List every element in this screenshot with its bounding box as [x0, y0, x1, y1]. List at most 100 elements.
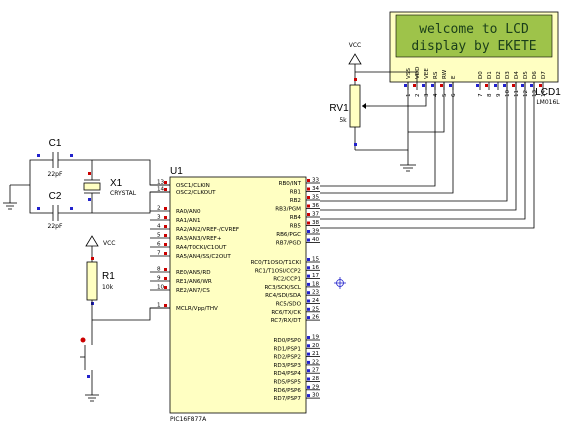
lcd-pin-number: 11	[514, 89, 520, 97]
mcu-ref: U1	[170, 166, 183, 177]
lcd-pin: D0 7	[476, 71, 484, 97]
lcd-pin-name: RW	[442, 69, 448, 79]
mcu-pin-number: 33	[312, 178, 320, 184]
mcu-pin-number: 3	[157, 215, 161, 221]
mcu-pin-name: RB1	[290, 190, 302, 196]
lcd-line-1: welcome to LCD	[419, 22, 529, 37]
mcu-pin-number: 16	[312, 265, 320, 271]
lcd-pin-number: 12	[523, 90, 529, 97]
x1-ref: X1	[110, 178, 123, 189]
lcd-line-2: display by EKETE	[411, 39, 536, 54]
lcd-pin-name: VDD	[415, 67, 421, 79]
mcu-pin-number: 15	[312, 257, 320, 263]
lcd-pin-name: D4	[514, 71, 520, 79]
mcu-pin-number: 19	[312, 335, 320, 341]
lcd-pin-number: 2	[415, 93, 421, 97]
mcu-pin-name: MCLR/Vpp/THV	[176, 306, 218, 312]
microcontroller-u1[interactable]: U1 PIC16F877A OSC1/CLKIN13OSC2/CLKOUT14R…	[150, 166, 320, 423]
mcu-pin-number: 39	[312, 229, 320, 235]
c2-ref: C2	[49, 191, 62, 202]
lcd-pin-name: D1	[487, 71, 493, 79]
mcu-pin-name: RE2/AN7/CS	[176, 288, 210, 294]
capacitor-c1[interactable]: C1 22pF	[37, 138, 92, 178]
mcu-pin-name: OSC2/CLKOUT	[176, 190, 216, 196]
mcu-pin-name: RD2/PSP2	[274, 355, 302, 361]
mcu-pin-name: RA3/AN3/VREF+	[176, 236, 222, 242]
mcu-pin-name: RC2/CCP1	[273, 277, 301, 283]
mcu-pin-number: 29	[312, 384, 320, 390]
lcd-pin-name: D5	[523, 71, 529, 79]
lcd-display[interactable]: welcome to LCD display by EKETE VSS 1 VDD 2…	[389, 11, 561, 106]
lcd-pin-name: D3	[505, 71, 511, 79]
potentiometer-rv1[interactable]: RV1 5k	[329, 72, 370, 150]
mcu-pin-number: 37	[312, 212, 320, 218]
lcd-pin-number: 7	[478, 93, 484, 97]
mcu-pin-name: RC6/TX/CK	[271, 310, 301, 316]
mcu-pin-number: 8	[157, 267, 161, 273]
lcd-pin-name: D0	[478, 71, 484, 79]
mcu-pin-number: 30	[312, 393, 320, 399]
reset-button[interactable]	[80, 320, 93, 395]
mcu-pin-number: 36	[312, 203, 320, 209]
vcc-arrow-icon	[348, 53, 362, 65]
lcd-pin-name: RS	[433, 71, 439, 79]
mcu-pin-name: RD4/PSP4	[274, 371, 302, 377]
capacitor-c2[interactable]: C2 22pF	[37, 191, 92, 230]
mcu-pin-number: 6	[157, 242, 161, 248]
rv1-ref: RV1	[329, 103, 349, 114]
c1-value: 22pF	[48, 171, 63, 178]
mcu-pin-number: 17	[312, 273, 320, 279]
mcu-pin-name: RD5/PSP5	[274, 380, 302, 386]
mcu-pin-number: 38	[312, 220, 320, 226]
mcu-pin-name: RA4/T0CKI/C1OUT	[176, 245, 227, 251]
mcu-pin-name: RD3/PSP3	[274, 363, 302, 369]
mcu-pin-name: RA5/AN4/SS/C2OUT	[176, 254, 231, 260]
mcu-pin-number: 24	[312, 298, 320, 304]
mcu-pin-number: 34	[312, 186, 320, 192]
mcu-pin-name: RC4/SDI/SDA	[265, 293, 301, 299]
lcd-ref: LCD1	[535, 87, 561, 98]
lcd-part: LM016L	[536, 99, 560, 106]
lcd-pin-number: 4	[433, 93, 439, 97]
mcu-pin-name: RC1/T1OSI/CCP2	[255, 268, 301, 274]
mcu-pin-number: 4	[157, 224, 161, 230]
mcu-pin-number: 35	[312, 195, 320, 201]
crystal-x1[interactable]: X1 CRYSTAL	[83, 160, 137, 213]
mcu-pin-number: 22	[312, 359, 319, 365]
mcu-pin-number: 20	[312, 343, 320, 349]
lcd-pin-number: 1	[406, 93, 412, 97]
vcc-label-top: VCC	[349, 42, 361, 49]
r1-body	[86, 261, 98, 301]
rv1-value: 5k	[339, 117, 347, 124]
mcu-pin-number: 2	[157, 206, 161, 212]
lcd-pin-name: D2	[496, 71, 502, 79]
lcd-pin-number: 5	[442, 93, 448, 97]
mcu-pin-number: 21	[312, 351, 320, 357]
lcd-pin-name: VSS	[406, 68, 412, 79]
mcu-pin-name: RB3/PGM	[275, 207, 301, 213]
mcu-part: PIC16F877A	[170, 416, 207, 423]
mcu-pin-number: 28	[312, 376, 320, 382]
rv1-body	[349, 84, 361, 128]
mcu-pin-name: RC3/SCK/SCL	[264, 285, 301, 291]
mcu-pin-name: RB0/INT	[279, 181, 302, 187]
mcu-pin-name: RC7/RX/DT	[271, 318, 302, 324]
mcu-pin-name: RB4	[290, 215, 302, 221]
x1-value: CRYSTAL	[110, 190, 137, 197]
resistor-r1[interactable]: R1 10k	[86, 257, 115, 305]
mcu-pin-name: RE1/AN6/WR	[176, 279, 212, 285]
mcu-pin-number: 25	[312, 306, 320, 312]
mcu-pin-number: 9	[157, 276, 161, 282]
lcd-pin-number: 8	[487, 93, 493, 97]
lcd-pin-number: 6	[451, 93, 457, 97]
lcd-pin-number: 3	[424, 93, 430, 97]
lcd-pin: D2 9	[494, 71, 502, 97]
vcc-label-reset: VCC	[103, 240, 115, 247]
mcu-pin-name: RD7/PSP7	[274, 396, 302, 402]
mcu-pin-name: RA1/AN1	[176, 218, 201, 224]
mcu-pin-name: RA2/AN2/VREF-/CVREF	[176, 227, 239, 233]
lcd-pin-number: 10	[505, 89, 511, 97]
lcd-pin: D1 8	[485, 71, 493, 97]
mcu-pin-name: RD1/PSP1	[274, 346, 302, 352]
mcu-pin-name: RB6/PGC	[276, 232, 301, 238]
